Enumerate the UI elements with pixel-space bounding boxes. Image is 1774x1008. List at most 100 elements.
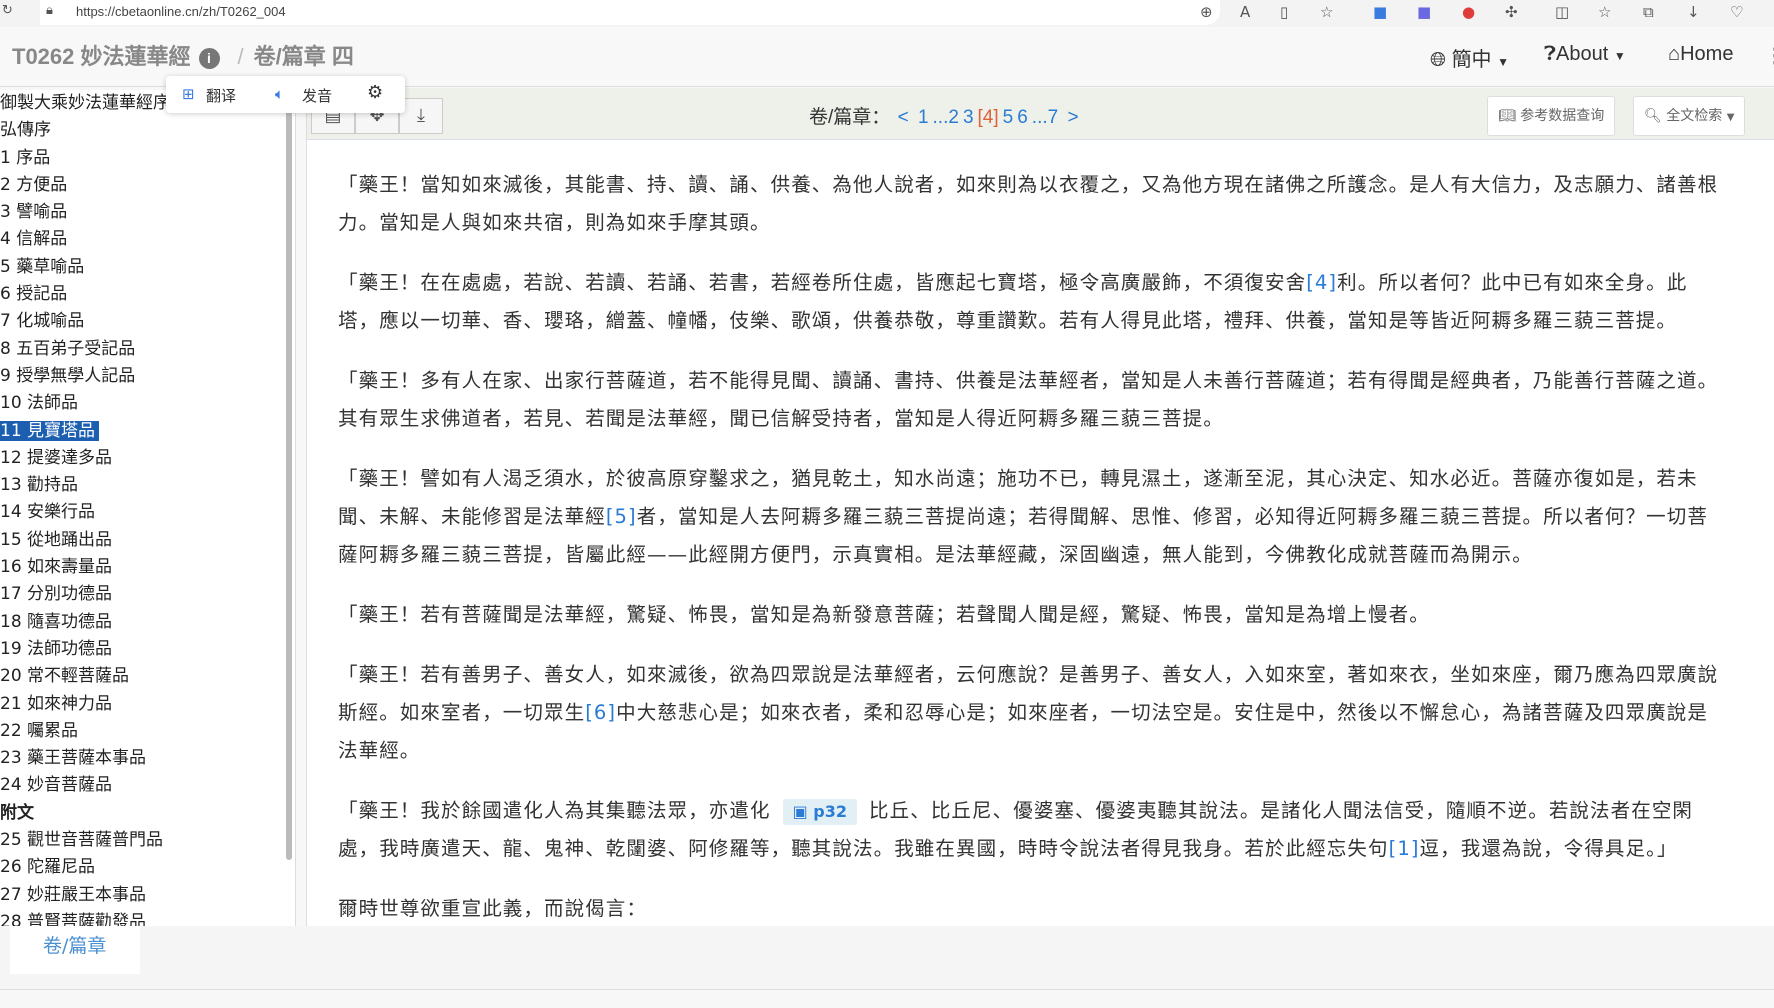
next-page[interactable]: > (1067, 107, 1078, 128)
content-scrollbar[interactable] (1766, 228, 1774, 1008)
sidebar-item[interactable]: 24 妙音菩薩品 (0, 772, 295, 799)
language-menu[interactable]: 🌐︎ 簡中 ▼ (1430, 43, 1509, 72)
reference-lookup-label: 参考数据查询 (1520, 108, 1605, 124)
translate-icon[interactable]: ⊞ (182, 85, 195, 103)
menu-icon[interactable]: ⋮ (1765, 43, 1774, 68)
sidebar-item[interactable]: 21 如來神力品 (0, 691, 295, 718)
about-menu[interactable]: ❓︎About ▼ (1544, 43, 1626, 66)
sidebar-item[interactable]: 17 分別功德品 (0, 581, 295, 608)
translate-extension-icon[interactable]: ■ (1373, 3, 1387, 21)
extensions-puzzle-icon[interactable]: ✣ (1505, 3, 1518, 21)
page-link[interactable]: 5 (1003, 107, 1014, 128)
sidebar-item[interactable]: 弘傳序 (0, 117, 295, 144)
translate-button[interactable]: 翻译 (206, 85, 236, 106)
fulltext-search-button[interactable]: 🔍︎ 全文检索 ▼ (1633, 96, 1746, 136)
sidebar-item-label: 15 從地踊出品 (0, 529, 113, 550)
page-link[interactable]: [4] (978, 107, 999, 128)
paragraph: 「藥王！我於餘國遣化人為其集聽法眾，亦遣化 ▣ p32 比丘、比丘尼、優婆塞、優婆夷… (338, 799, 1694, 860)
sidebar-item[interactable]: 19 法師功德品 (0, 636, 295, 663)
sidebar-item-label: 14 安樂行品 (0, 502, 96, 523)
question-icon: ❓︎ (1544, 43, 1557, 65)
sidebar-scrollbar[interactable] (284, 100, 294, 880)
download-icon[interactable]: ↓ (1687, 3, 1700, 21)
home-link[interactable]: ⌂Home (1668, 43, 1733, 66)
url-text[interactable]: https://cbetaonline.cn/zh/T0262_004 (76, 4, 286, 19)
zoom-icon[interactable]: ⊕ (1200, 3, 1213, 21)
sidebar-item-label: 21 如來神力品 (0, 693, 113, 714)
sidebar-item[interactable]: 22 囑累品 (0, 718, 295, 745)
sidebar-item[interactable]: 8 五百弟子受記品 (0, 336, 295, 363)
paragraph: 「藥王！多有人在家、出家行菩薩道，若不能得見聞、讀誦、書持、供養是法華經者，當知… (338, 369, 1719, 430)
page-link[interactable]: ...2 (933, 107, 959, 128)
note-link[interactable]: [5] (606, 505, 637, 528)
sidebar-item[interactable]: 14 安樂行品 (0, 499, 295, 526)
home-label: Home (1680, 43, 1734, 65)
sidebar-item[interactable]: 25 觀世音菩薩普門品 (0, 827, 295, 854)
page-link[interactable]: 1 (918, 107, 929, 128)
sidebar-item-label: 2 方便品 (0, 174, 68, 195)
sidebar-item[interactable]: 16 如來壽量品 (0, 554, 295, 581)
prev-page[interactable]: < (898, 107, 909, 128)
sidebar-item-label: 20 常不輕菩薩品 (0, 666, 130, 687)
favorites-icon[interactable]: ☆ (1598, 3, 1611, 21)
caret-down-icon: ▼ (1726, 112, 1735, 123)
page-image-link[interactable]: ▣ p32 (782, 799, 858, 825)
note-link[interactable]: [6] (585, 701, 616, 724)
sidebar-item[interactable]: 9 授學無學人記品 (0, 363, 295, 390)
sidebar-item-label: 8 五百弟子受記品 (0, 338, 136, 359)
paragraph: 「藥王！譬如有人渴乏須水，於彼高原穿鑿求之，猶見乾土，知水尚遠；施功不已，轉見濕… (338, 467, 1708, 566)
sidebar-item[interactable]: 18 隨喜功德品 (0, 609, 295, 636)
speaker-icon[interactable]: 🔈︎ (275, 85, 284, 103)
immersive-reader-icon[interactable]: ▯ (1280, 3, 1288, 21)
sidebar-item-label: 28 普賢菩薩勸發品 (0, 911, 147, 926)
sidebar-item[interactable]: 2 方便品 (0, 172, 295, 199)
page-link[interactable]: 3 (963, 107, 974, 128)
collections-icon[interactable]: ⧉ (1643, 3, 1654, 21)
download-icon[interactable]: ⤓ (399, 98, 443, 134)
extension-red-icon[interactable]: ● (1462, 3, 1475, 21)
sidebar-item[interactable]: 23 藥王菩薩本事品 (0, 745, 295, 772)
juan-pager: 卷/篇章： < 1 ...2 3 [4] 5 6 ...7 > (809, 102, 1081, 129)
note-link[interactable]: [1] (1389, 837, 1420, 860)
sutra-title[interactable]: T0262 妙法蓮華經 (12, 44, 191, 69)
sidebar-item[interactable]: 13 勸持品 (0, 472, 295, 499)
sidebar-item[interactable]: 11 見寶塔品 (0, 418, 295, 445)
sidebar-item[interactable]: 15 從地踊出品 (0, 527, 295, 554)
reload-icon[interactable]: ↻ (2, 3, 13, 18)
page-title: T0262 妙法蓮華經 i / 卷/篇章 四 (12, 39, 354, 71)
tab-juan[interactable]: 卷/篇章 (10, 926, 140, 974)
paragraph: 「藥王！若有菩薩聞是法華經，驚疑、怖畏，當知是為新發意菩薩；若聲聞人聞是經，驚疑… (338, 603, 1430, 626)
sidebar-item[interactable]: 6 授記品 (0, 281, 295, 308)
speak-button[interactable]: 发音 (302, 85, 332, 106)
sidebar-item-label: 1 序品 (0, 147, 51, 168)
sidebar-item[interactable]: 7 化城喻品 (0, 308, 295, 335)
sidebar-item-label: 6 授記品 (0, 284, 68, 305)
sidebar-item-label: 10 法師品 (0, 393, 79, 414)
browser-health-icon[interactable]: ♡ (1730, 3, 1743, 21)
extension-icon[interactable]: ■ (1417, 3, 1431, 21)
reference-lookup-button[interactable]: 📖︎ 参考数据查询 (1487, 96, 1616, 136)
sidebar-item[interactable]: 28 普賢菩薩勸發品 (0, 909, 295, 926)
paragraph: 爾時世尊欲重宣此義，而說偈言： (338, 897, 648, 920)
sidebar-item[interactable]: 20 常不輕菩薩品 (0, 663, 295, 690)
info-icon[interactable]: i (198, 47, 220, 69)
sidebar-item[interactable]: 27 妙莊嚴王本事品 (0, 882, 295, 909)
sidebar-item[interactable]: 10 法師品 (0, 390, 295, 417)
page-link[interactable]: 6 (1017, 107, 1028, 128)
paragraph: 「藥王！在在處處，若說、若讀、若誦、若書，若經卷所住處，皆應起七寶塔，極令高廣嚴… (338, 271, 1688, 332)
sidebar-item[interactable]: 26 陀羅尼品 (0, 854, 295, 881)
sidebar-item-label: 附文 (0, 802, 34, 823)
sidebar-item[interactable]: 3 譬喻品 (0, 199, 295, 226)
sidebar-item[interactable]: 附文 (0, 800, 295, 827)
sidebar-item[interactable]: 12 提婆達多品 (0, 445, 295, 472)
split-screen-icon[interactable]: ◫ (1555, 3, 1569, 21)
gear-icon[interactable]: ⚙ (367, 82, 383, 103)
note-link[interactable]: [4] (1306, 271, 1337, 294)
sidebar-item[interactable]: 4 信解品 (0, 226, 295, 253)
favorite-star-icon[interactable]: ☆ (1320, 3, 1333, 21)
read-aloud-icon[interactable]: A (1240, 3, 1250, 21)
reader-toolbar: ▤ ✥ ⤓ 卷/篇章： < 1 ...2 3 [4] 5 6 ...7 > 📖︎ 参考数据查… (307, 88, 1774, 140)
sidebar-item[interactable]: 5 藥草喻品 (0, 254, 295, 281)
sidebar-item[interactable]: 1 序品 (0, 145, 295, 172)
page-link[interactable]: ...7 (1032, 107, 1058, 128)
